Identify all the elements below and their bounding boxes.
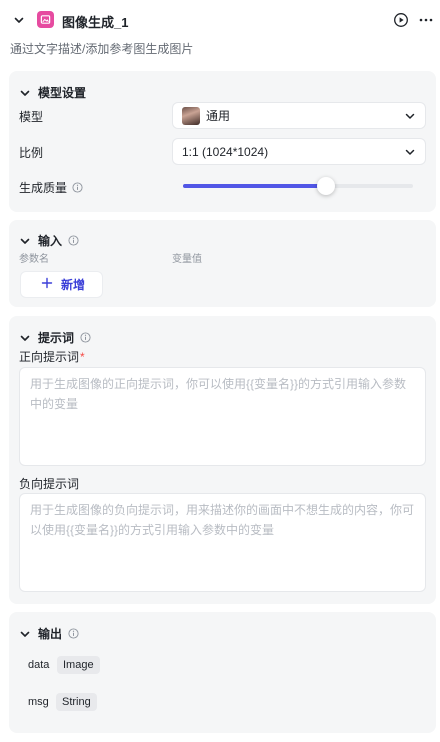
info-icon[interactable] — [68, 628, 79, 639]
add-input-button[interactable]: 新增 — [20, 271, 103, 298]
image-generation-icon — [37, 11, 54, 28]
output-key: data — [28, 659, 50, 671]
output-type-tag: String — [56, 693, 97, 711]
model-avatar — [182, 106, 200, 125]
node-header: 图像生成_1 — [0, 0, 440, 40]
model-value: 通用 — [206, 109, 231, 123]
quality-label-group: 生成质量 — [19, 179, 83, 196]
param-name-column-header: 参数名 — [19, 254, 49, 265]
quality-label: 生成质量 — [19, 181, 68, 195]
section-chevron-icon[interactable] — [18, 234, 32, 248]
section-title: 输出 — [38, 627, 63, 641]
node-title: 图像生成_1 — [62, 15, 129, 30]
prompt-header[interactable]: 提示词 — [18, 329, 91, 346]
input-card: 输入 参数名 变量值 新增 — [9, 220, 436, 307]
model-settings-card: 模型设置 模型 通用 比例 1:1 (1024*1024) 生成质量 — [9, 71, 436, 212]
positive-prompt-textarea[interactable]: 用于生成图像的正向提示词，你可以使用{{变量名}}的方式引用输入参数中的变量 — [19, 367, 426, 466]
output-type-tag: Image — [57, 656, 100, 674]
section-chevron-icon[interactable] — [18, 627, 32, 641]
chevron-down-icon — [404, 146, 416, 158]
play-circle-icon[interactable] — [393, 12, 409, 28]
negative-prompt-textarea[interactable]: 用于生成图像的负向提示词，用来描述你的画面中不想生成的内容，你可以使用{{变量名… — [19, 493, 426, 592]
negative-prompt-label: 负向提示词 — [19, 477, 80, 491]
section-chevron-icon[interactable] — [18, 86, 32, 100]
node-description: 通过文字描述/添加参考图生成图片 — [10, 42, 194, 56]
positive-prompt-label-group: 正向提示词* — [19, 348, 85, 365]
model-settings-header[interactable]: 模型设置 — [18, 84, 86, 101]
section-chevron-icon[interactable] — [18, 331, 32, 345]
model-select[interactable]: 通用 — [172, 102, 426, 129]
section-title: 输入 — [38, 234, 63, 248]
ratio-label: 比例 — [19, 146, 44, 160]
prompt-card: 提示词 正向提示词* 用于生成图像的正向提示词，你可以使用{{变量名}}的方式引… — [9, 316, 436, 604]
input-header[interactable]: 输入 — [18, 232, 79, 249]
ratio-select[interactable]: 1:1 (1024*1024) — [172, 138, 426, 165]
chevron-down-icon — [404, 110, 416, 122]
info-icon[interactable] — [68, 235, 79, 246]
section-title: 提示词 — [38, 331, 75, 345]
positive-prompt-label: 正向提示词 — [19, 350, 80, 364]
negative-prompt-placeholder: 用于生成图像的负向提示词，用来描述你的画面中不想生成的内容，你可以使用{{变量名… — [30, 503, 415, 537]
required-asterisk: * — [80, 350, 85, 364]
ratio-value: 1:1 (1024*1024) — [182, 144, 269, 159]
model-label: 模型 — [19, 110, 44, 124]
plus-icon — [41, 277, 53, 292]
variable-value-column-header: 变量值 — [172, 254, 202, 265]
output-header[interactable]: 输出 — [18, 625, 79, 642]
add-input-label: 新增 — [61, 278, 86, 292]
quality-slider-fill — [183, 184, 326, 188]
quality-slider[interactable] — [183, 177, 413, 195]
output-card: 输出 data Image msg String — [9, 612, 436, 733]
output-key: msg — [28, 696, 49, 708]
info-icon[interactable] — [80, 332, 91, 343]
section-title: 模型设置 — [38, 86, 87, 100]
positive-prompt-placeholder: 用于生成图像的正向提示词，你可以使用{{变量名}}的方式引用输入参数中的变量 — [30, 377, 407, 411]
more-horizontal-icon[interactable] — [418, 12, 434, 28]
quality-slider-thumb[interactable] — [316, 177, 335, 195]
info-icon[interactable] — [72, 182, 83, 193]
collapse-chevron-icon[interactable] — [12, 13, 26, 27]
